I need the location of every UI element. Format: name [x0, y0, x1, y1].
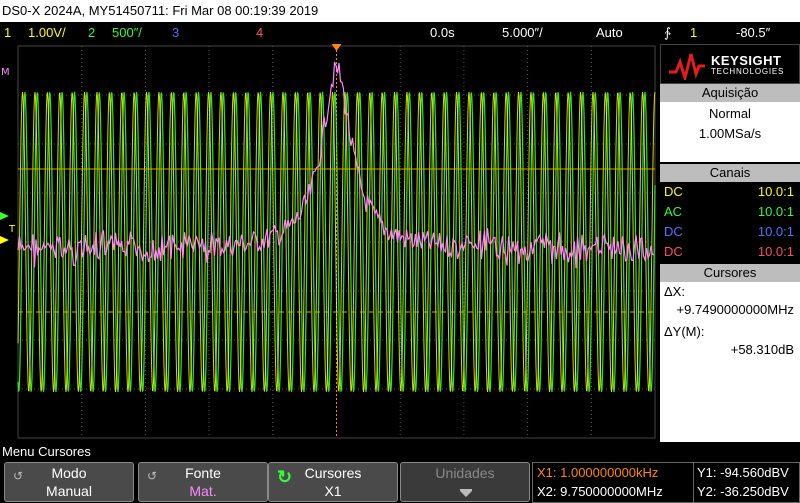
delta-y-label: ΔY(M):: [664, 324, 705, 339]
channel-row-1: DC 10.0:1: [662, 183, 798, 201]
ch1-coupling: DC: [664, 184, 683, 199]
cursor-y1: Y1: -94.560dBV: [697, 465, 789, 480]
ch3-probe: 10.0:1: [757, 224, 794, 239]
brand-subtitle: TECHNOLOGIES: [711, 67, 785, 76]
cursor-x1: X1: 1.000000000kHz: [537, 465, 659, 480]
softkey-cursors[interactable]: ↻ Cursores X1: [268, 462, 398, 502]
ch4-probe: 10.0:1: [757, 244, 794, 259]
softkey-mode-title: Modo: [51, 465, 87, 481]
ch1-ground-marker: [0, 236, 9, 244]
channel-row-3: DC 10.0:1: [662, 223, 798, 241]
delta-x-label: ΔX:: [664, 284, 685, 299]
sample-rate: 1.00MSa/s: [698, 126, 762, 141]
keysight-logo: KEYSIGHT TECHNOLOGIES: [660, 44, 800, 84]
math-marker-label: M: [1, 67, 10, 78]
softkey-mode-value: Manual: [46, 483, 92, 499]
brand-name: KEYSIGHT: [711, 53, 782, 68]
ch3-coupling: DC: [664, 224, 683, 239]
waveform-display[interactable]: MT: [0, 42, 658, 442]
ch1-probe: 10.0:1: [757, 184, 794, 199]
ch2-scale[interactable]: 500″/: [112, 23, 142, 43]
ch2-ground-marker: [0, 212, 9, 220]
softkey-source-value: Mat.: [189, 483, 217, 499]
softkey-mode[interactable]: ↺ Modo Manual: [4, 462, 134, 502]
channels-panel[interactable]: DC 10.0:1 AC 10.0:1 DC 10.0:1 DC 10.0:1: [660, 182, 800, 262]
acquisition-header[interactable]: Aquisição: [660, 84, 800, 102]
softkey-cursors-value: X1: [324, 483, 342, 499]
trigger-mode[interactable]: Auto: [596, 23, 623, 43]
ch2-coupling: AC: [664, 204, 683, 219]
ch1-scale[interactable]: 1.00V/: [28, 23, 66, 43]
ch3-number[interactable]: 3: [172, 23, 179, 43]
trigger-level[interactable]: -80.5″: [736, 23, 770, 43]
window-title: DS0-X 2024A, MY51450711: Fri Mar 08 00:1…: [0, 0, 800, 22]
softkey-source[interactable]: ↺ Fonte Mat.: [138, 462, 268, 502]
acquisition-mode: Normal: [709, 106, 751, 121]
cursor-readout: X1: 1.000000000kHz X2: 9.750000000MHz Y1…: [532, 462, 800, 503]
trigger-position-marker: [331, 44, 342, 51]
cursors-header[interactable]: Cursores: [660, 264, 800, 282]
time-delay[interactable]: 0.0s: [430, 23, 455, 43]
time-scale[interactable]: 5.000″/: [502, 23, 543, 43]
delta-y-value: +58.310dB: [730, 342, 794, 357]
softkey-units[interactable]: Unidades: [400, 462, 530, 502]
waveform-svg[interactable]: MT: [0, 42, 658, 442]
channel-row-2: AC 10.0:1: [662, 203, 798, 221]
trigger-channel[interactable]: 1: [690, 23, 697, 43]
softkey-cursors-title: Cursores: [304, 465, 362, 481]
cursor-x2: X2: 9.750000000MHz: [537, 484, 663, 499]
sidebar: KEYSIGHT TECHNOLOGIES Aquisição Normal 1…: [660, 44, 800, 442]
channel-row-4: DC 10.0:1: [662, 243, 798, 261]
ch2-number[interactable]: 2: [88, 23, 95, 43]
channel-status-bar: 1 1.00V/ 2 500″/ 3 4 0.0s 5.000″/ Auto ∱…: [0, 22, 800, 44]
trigger-edge-icon[interactable]: ∱: [664, 23, 671, 43]
cursor-y2: Y2: -36.250dBV: [697, 484, 789, 499]
arrow-down-icon: [460, 489, 472, 497]
softkey-units-title: Unidades: [435, 465, 495, 481]
menu-title: Menu Cursores: [2, 444, 91, 459]
ch4-number[interactable]: 4: [256, 23, 263, 43]
ch1-number[interactable]: 1: [4, 23, 11, 43]
softkey-source-title: Fonte: [185, 465, 221, 481]
ch2-probe: 10.0:1: [757, 204, 794, 219]
channels-header[interactable]: Canais: [660, 164, 800, 182]
readout-divider: [693, 463, 694, 503]
acquisition-panel[interactable]: Normal 1.00MSa/s: [660, 102, 800, 162]
softkey-bar: Menu Cursores ↺ Modo Manual ↺ Fonte Mat.…: [0, 442, 800, 503]
cursors-panel[interactable]: ΔX: +9.7490000000MHz ΔY(M): +58.310dB: [660, 282, 800, 442]
trigger-marker-label: T: [8, 224, 16, 235]
delta-x-value: +9.7490000000MHz: [676, 302, 794, 317]
ch4-coupling: DC: [664, 244, 683, 259]
keysight-logo-icon: [669, 53, 705, 80]
